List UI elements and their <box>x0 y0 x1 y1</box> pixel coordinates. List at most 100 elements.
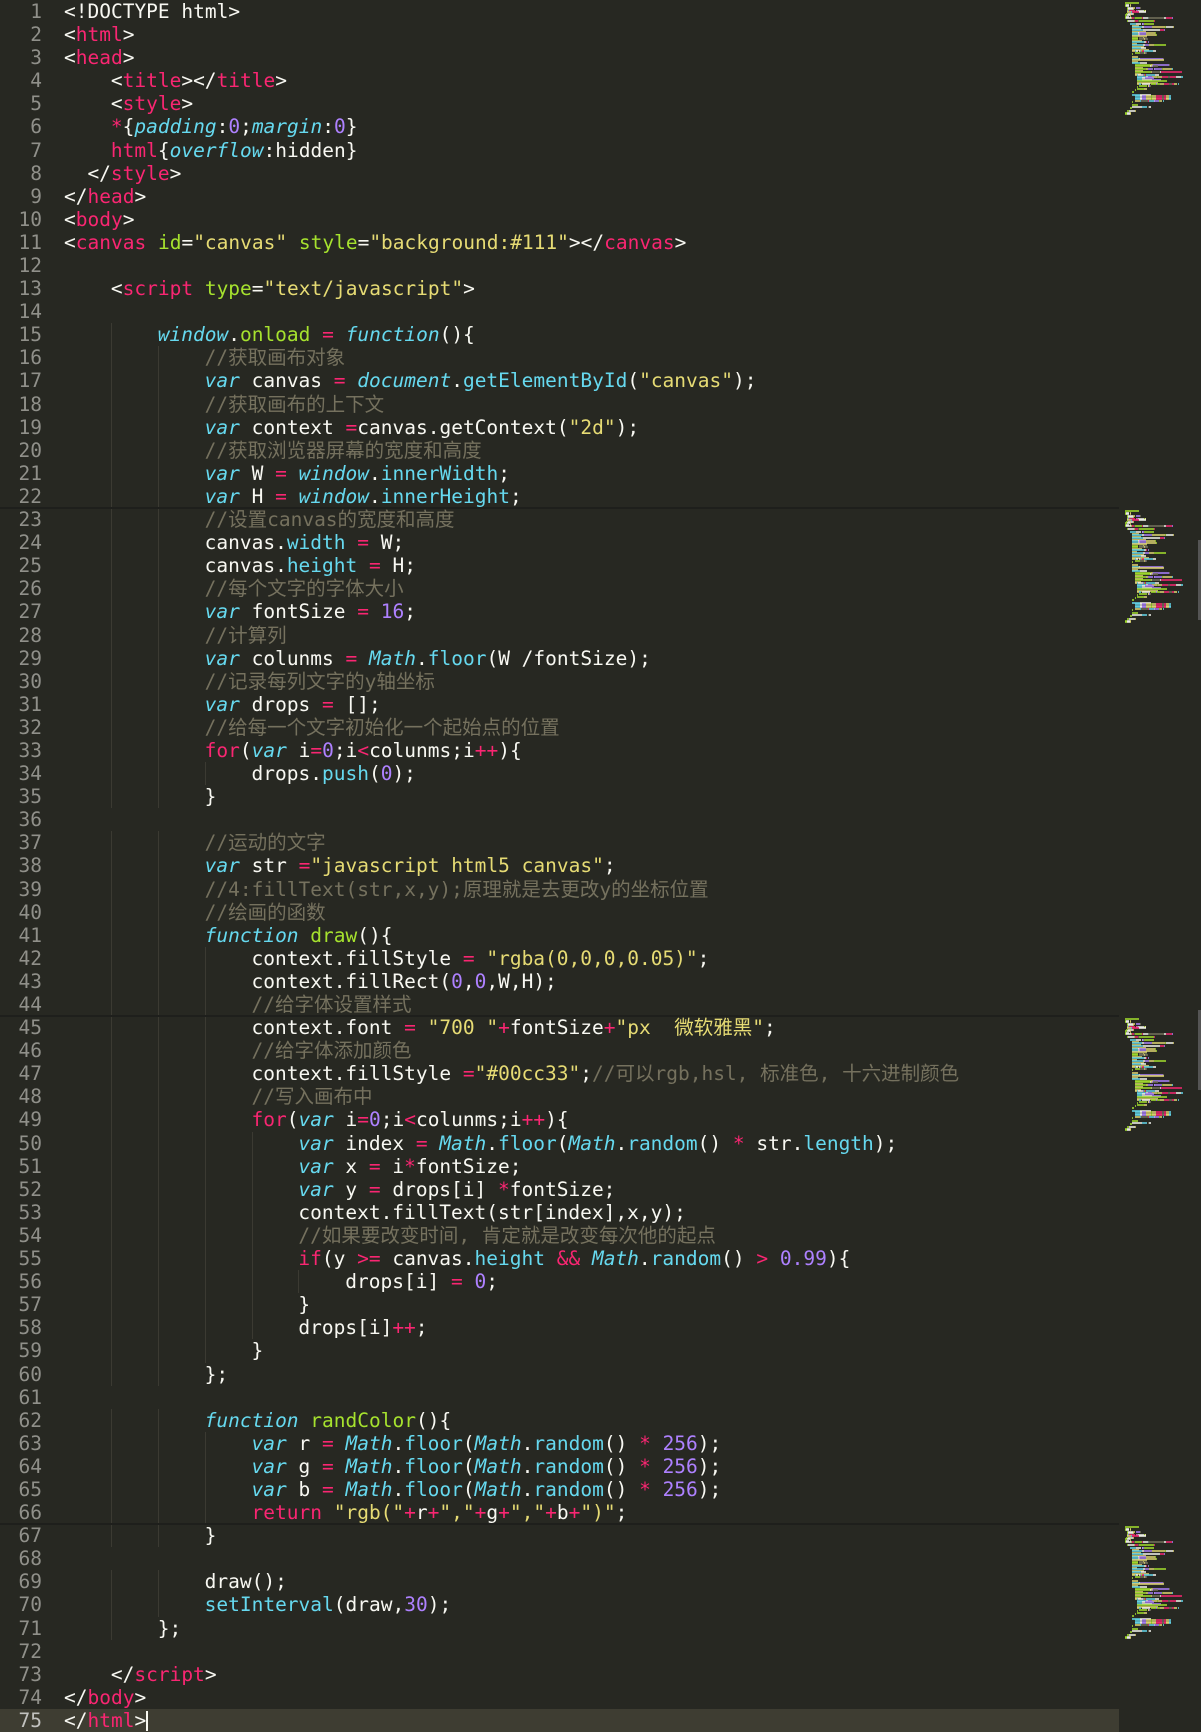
code-text: > <box>674 230 687 254</box>
code-line[interactable]: 7 html{overflow:hidden} <box>0 139 1201 162</box>
comment: //每个文字的字体大小 <box>204 577 404 601</box>
code-line[interactable]: 2 <html> <box>0 23 1201 46</box>
code-line[interactable]: 25 canvas.height = H; <box>0 554 1201 578</box>
code-line[interactable]: 26 //每个文字的字体大小 <box>0 577 1201 601</box>
code-line[interactable]: 23 //设置canvas的宽度和高度 <box>0 508 1201 532</box>
line-content: context.fillStyle ="#00cc33";//可以rgb,hsl… <box>252 1062 960 1085</box>
code-line[interactable]: 73 </script> <box>0 1663 1201 1686</box>
code-line[interactable]: 36 <box>0 808 1201 831</box>
minimap-token <box>1145 1557 1156 1560</box>
code-line[interactable]: 3 <head> <box>0 46 1201 69</box>
code-line[interactable]: 70 setInterval(draw,30); <box>0 1593 1201 1617</box>
code-line[interactable]: 69 draw(); <box>0 1570 1201 1594</box>
code-line[interactable]: 33 for(var i=0;i<colunms;i++){ <box>0 738 1201 763</box>
code-line[interactable]: 16 //获取画布对象 <box>0 346 1201 370</box>
code-line[interactable]: 64 var g = Math.floor(Math.random() * 256… <box>0 1454 1201 1478</box>
code-line[interactable]: 18 //获取画布的上下文 <box>0 392 1201 416</box>
code-text: canvas. <box>204 531 287 555</box>
code-line[interactable]: 41 function draw(){ <box>0 923 1201 947</box>
code-line[interactable]: 10 <body> <box>0 208 1201 231</box>
code-line[interactable]: 8 </style> <box>0 162 1201 185</box>
operator: = <box>404 1016 416 1040</box>
code-line[interactable]: 28 //计算列 <box>0 623 1201 647</box>
code-line[interactable]: 42 context.fillStyle = "rgba(0,0,0,0.05)"… <box>0 946 1201 970</box>
code-line[interactable]: 50 var index = Math.floor(Math.random() *… <box>0 1131 1201 1155</box>
code-line[interactable]: 30 //记录每列文字的y轴坐标 <box>0 669 1201 693</box>
code-line[interactable]: 51 var x = i*fontSize; <box>0 1154 1201 1178</box>
code-line[interactable]: 34 drops.push(0); <box>0 762 1201 786</box>
code-line[interactable]: 32 //给每一个文字初始化一个起始点的位置 <box>0 715 1201 739</box>
code-editor[interactable]: 1 <!DOCTYPE html> 2 <html> 3 <head> 4 <title></… <box>0 0 1201 1732</box>
code-line[interactable]: 68 <box>0 1547 1201 1570</box>
code-line[interactable]: 29 var colunms = Math.floor(W /fontSize); <box>0 646 1201 670</box>
code-line[interactable]: 19 var context =canvas.getContext("2d"); <box>0 415 1201 439</box>
code-line[interactable]: 20 //获取浏览器屏幕的宽度和高度 <box>0 438 1201 462</box>
code-line[interactable]: 48 //写入画布中 <box>0 1085 1201 1109</box>
code-line[interactable]: 53 context.fillText(str[index],x,y); <box>0 1200 1201 1224</box>
code-line[interactable]: 22 var H = window.innerHeight; <box>0 484 1201 509</box>
code-line[interactable]: 13 <script type="text/javascript"> <box>0 277 1201 300</box>
property-name: getElementById <box>462 369 628 393</box>
code-line[interactable]: 11 <canvas id="canvas" style="background:… <box>0 231 1201 254</box>
code-line[interactable]: 24 canvas.width = W; <box>0 531 1201 555</box>
code-line[interactable]: 21 var W = window.innerWidth; <box>0 461 1201 485</box>
code-line[interactable]: 47 context.fillStyle ="#00cc33";//可以rgb,h… <box>0 1062 1201 1086</box>
code-line[interactable]: 17 var canvas = document.getElementById("… <box>0 369 1201 393</box>
code-line[interactable]: 49 for(var i=0;i<colunms;i++){ <box>0 1108 1201 1132</box>
code-text: ></ <box>181 69 217 93</box>
code-line[interactable]: 67} <box>0 1524 1201 1548</box>
code-line[interactable]: 5 <style> <box>0 92 1201 115</box>
code-line[interactable]: 71}; <box>0 1616 1201 1640</box>
code-text: </ <box>87 161 111 185</box>
code-line[interactable]: 14 <box>0 300 1201 323</box>
line-content: var canvas = document.getElementById("ca… <box>205 369 757 392</box>
minimap-token <box>1143 534 1152 537</box>
code-text: </ <box>64 1708 88 1732</box>
code-line[interactable]: 39 //4:fillText(str,x,y);原理就是去更改y的坐标位置 <box>0 877 1201 901</box>
code-line[interactable]: 38 var str ="javascript html5 canvas"; <box>0 854 1201 878</box>
code-line[interactable]: 40 //绘画的函数 <box>0 900 1201 924</box>
code-line[interactable]: 58 drops[i]++; <box>0 1316 1201 1340</box>
code-text: > <box>122 23 135 47</box>
code-line[interactable]: 45 context.font = "700 "+fontSize+"px 微软雅… <box>0 1016 1201 1040</box>
code-line[interactable]: 27 var fontSize = 16; <box>0 600 1201 624</box>
code-line[interactable]: 43 context.fillRect(0,0,W,H); <box>0 969 1201 993</box>
code-line[interactable]: 15 window.onload = function(){ <box>0 323 1201 347</box>
minimap-token <box>1162 607 1164 610</box>
code-line[interactable]: 61 <box>0 1386 1201 1409</box>
code-line[interactable]: 1 <!DOCTYPE html> <box>0 0 1201 23</box>
code-line[interactable]: 31 var drops = []; <box>0 692 1201 716</box>
code-line[interactable]: 37 //运动的文字 <box>0 831 1201 855</box>
code-line[interactable]: 56 drops[i] = 0; <box>0 1270 1201 1294</box>
code-line[interactable]: 12 <box>0 254 1201 277</box>
code-line[interactable]: 57} <box>0 1293 1201 1317</box>
indent-guide <box>110 785 112 809</box>
code-line[interactable]: 66 return "rgb("+r+","+g+","+b+")"; <box>0 1501 1201 1525</box>
code-line[interactable]: 65 var b = Math.floor(Math.random() * 256… <box>0 1477 1201 1502</box>
minimap-token <box>1129 1631 1132 1634</box>
code-line[interactable]: 72 <box>0 1640 1201 1663</box>
code-line[interactable]: 59} <box>0 1339 1201 1363</box>
code-line[interactable]: 63 var r = Math.floor(Math.random() * 256… <box>0 1431 1201 1455</box>
code-line[interactable]: 4 <title></title> <box>0 69 1201 92</box>
indent-guide <box>204 1431 206 1455</box>
code-line[interactable]: 75 </html> <box>0 1708 1201 1732</box>
indent-guide <box>204 969 206 993</box>
operator: * <box>639 1431 651 1455</box>
code-line[interactable]: 46 //给字体添加颜色 <box>0 1039 1201 1063</box>
line-number: 41 <box>18 923 42 947</box>
code-line[interactable]: 35} <box>0 785 1201 809</box>
line-number: 13 <box>18 277 42 301</box>
code-line[interactable]: 44 //给字体设置样式 <box>0 993 1201 1017</box>
minimap[interactable] <box>1119 0 1201 1732</box>
indent-guide <box>204 1477 206 1502</box>
code-text: draw(); <box>204 1570 287 1594</box>
code-line[interactable]: 6 *{padding:0;margin:0} <box>0 115 1201 138</box>
code-line[interactable]: 74 </body> <box>0 1686 1201 1709</box>
code-line[interactable]: 9 </head> <box>0 185 1201 208</box>
code-line[interactable]: 55 if(y >= canvas.height && Math.random()… <box>0 1247 1201 1271</box>
code-line[interactable]: 62 function randColor(){ <box>0 1408 1201 1432</box>
code-line[interactable]: 52 var y = drops[i] *fontSize; <box>0 1177 1201 1201</box>
code-line[interactable]: 60}; <box>0 1362 1201 1386</box>
code-line[interactable]: 54 //如果要改变时间, 肯定就是改变每次他的起点 <box>0 1223 1201 1248</box>
